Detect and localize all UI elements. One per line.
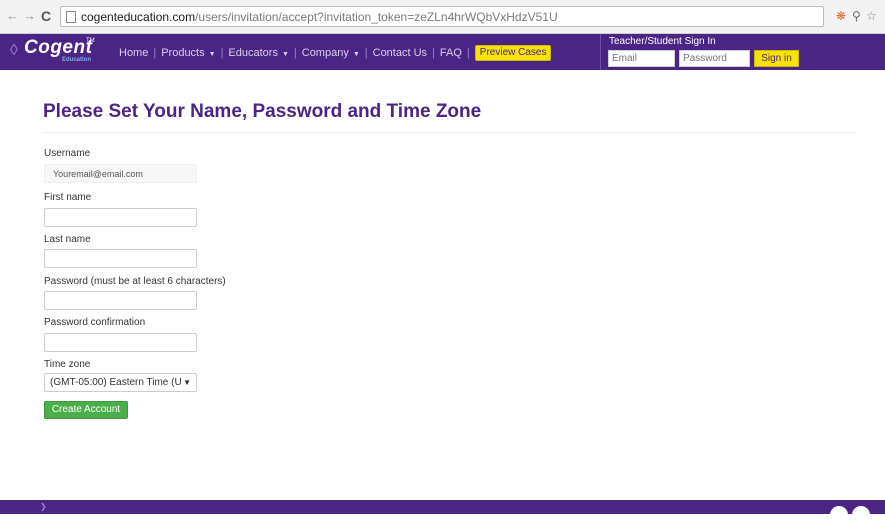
nav-educators[interactable]: Educators ▼ [228,47,288,59]
nav-home[interactable]: Home [119,47,148,59]
first-name-label: First name [44,192,92,203]
social-icon[interactable] [830,506,848,524]
pin-icon[interactable]: ⚲ [852,9,861,23]
password-confirmation-label: Password confirmation [44,317,146,328]
url-path: /users/invitation/accept?invitation_toke… [195,10,558,24]
caret-down-icon: ▼ [352,51,360,58]
title-divider [43,132,857,133]
time-zone-value: (GMT-05:00) Eastern Time (U [50,377,182,388]
page-title: Please Set Your Name, Password and Time … [43,101,482,122]
address-bar[interactable]: cogenteducation.com/users/invitation/acc… [60,6,824,27]
extension-icon[interactable]: ❋ [836,9,846,23]
url-text[interactable]: cogenteducation.com/users/invitation/acc… [81,9,558,25]
username-field[interactable] [44,164,197,183]
caret-down-icon: ▼ [281,51,289,58]
time-zone-label: Time zone [44,359,91,370]
create-account-button[interactable]: Create Account [44,401,128,419]
logo-mark-icon: ◊ [10,42,18,59]
site-footer: ❯ [0,500,885,524]
nav-company-label: Company [301,47,349,59]
last-name-field[interactable] [44,249,197,268]
signin-password-input[interactable] [679,50,750,67]
logo-text: Cogent [24,37,93,58]
star-icon[interactable]: ☆ [866,9,877,23]
cogent-logo[interactable]: ◊ Cogent TM Education [10,37,96,67]
footer-mark-icon: ❯ [40,502,47,511]
logo-trademark: TM [86,38,95,44]
page-icon [66,11,76,23]
main-nav: Home | Products ▼ | Educators ▼ | Company ▼… [119,45,552,61]
first-name-field[interactable] [44,208,197,227]
password-confirmation-field[interactable] [44,333,197,352]
password-field[interactable] [44,291,197,310]
url-host: cogenteducation.com [81,10,196,24]
site-header: ◊ Cogent TM Education Home | Products ▼ |… [0,34,885,70]
nav-separator: | [466,47,470,59]
signin-panel: Teacher/Student Sign In Sign in [600,34,885,70]
nav-separator: | [153,47,157,59]
social-icon[interactable] [852,506,870,524]
nav-separator: | [432,47,435,59]
nav-contact-us[interactable]: Contact Us [373,47,427,59]
signin-button[interactable]: Sign in [754,50,799,67]
last-name-label: Last name [44,234,91,245]
nav-faq[interactable]: FAQ [440,47,462,59]
username-label: Username [44,148,91,159]
reload-icon[interactable]: C [41,8,51,24]
logo-subtitle: Education [62,57,92,63]
browser-toolbar: ← → C cogenteducation.com/users/invitati… [0,0,885,34]
signin-title: Teacher/Student Sign In [609,36,716,47]
select-caret-icon: ▼ [183,378,191,387]
nav-educators-label: Educators [228,47,278,59]
nav-products-label: Products [161,47,205,59]
preview-cases-button[interactable]: Preview Cases [474,45,552,61]
caret-down-icon: ▼ [208,51,216,58]
time-zone-select[interactable]: (GMT-05:00) Eastern Time (U ▼ [44,373,197,392]
nav-products[interactable]: Products ▼ [161,47,215,59]
back-arrow-icon[interactable]: ← [6,8,19,24]
nav-separator: | [293,47,297,59]
forward-arrow-icon[interactable]: → [23,8,36,24]
signin-email-input[interactable] [608,50,675,67]
nav-separator: | [220,47,224,59]
password-label: Password (must be at least 6 characters) [44,276,226,287]
nav-company[interactable]: Company ▼ [302,47,360,59]
nav-separator: | [364,47,368,59]
